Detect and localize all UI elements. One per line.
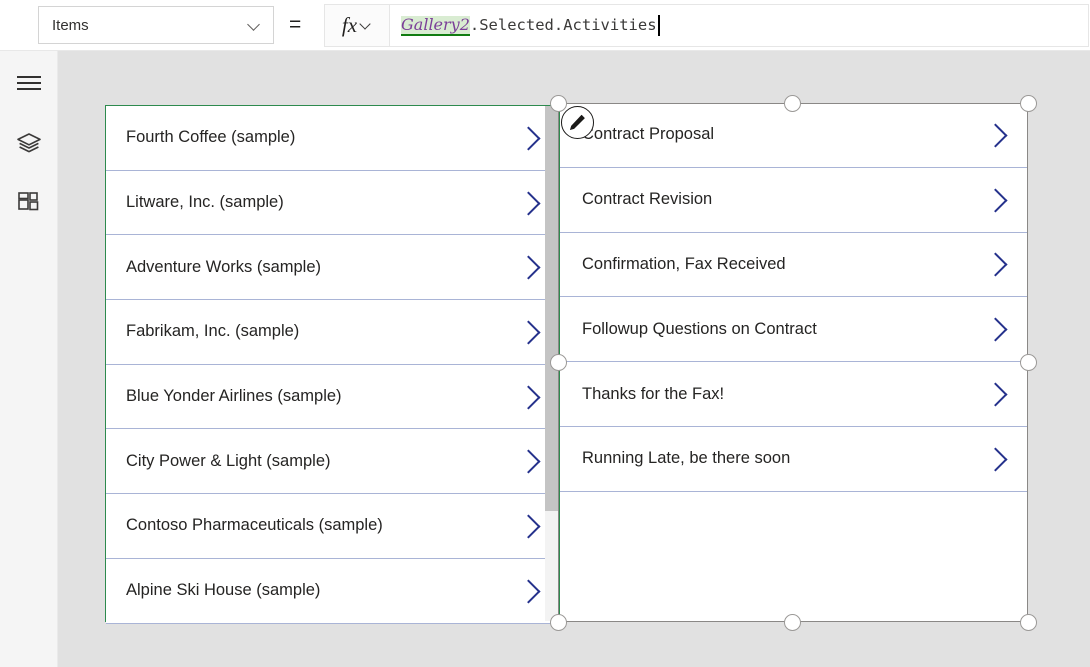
chevron-right-icon[interactable] xyxy=(981,444,1011,474)
gallery-activities[interactable]: Contract Proposal Contract Revision Conf… xyxy=(558,103,1028,622)
chevron-right-icon[interactable] xyxy=(981,249,1011,279)
gallery-scrollbar-thumb[interactable] xyxy=(545,106,559,511)
gallery-row[interactable]: Confirmation, Fax Received xyxy=(560,233,1028,298)
left-icon-rail xyxy=(0,51,58,667)
resize-handle-bottom-left[interactable] xyxy=(550,614,567,631)
chevron-right-icon[interactable] xyxy=(981,120,1011,150)
chevron-right-icon[interactable] xyxy=(981,314,1011,344)
tree-view-icon xyxy=(16,130,42,156)
gallery-row-label: Litware, Inc. (sample) xyxy=(126,193,514,212)
equals-label: = xyxy=(289,14,301,35)
chevron-right-icon[interactable] xyxy=(981,379,1011,409)
chevron-right-icon[interactable] xyxy=(514,382,544,412)
property-dropdown[interactable]: Items xyxy=(38,6,274,44)
pencil-icon xyxy=(568,113,587,132)
chevron-right-icon[interactable] xyxy=(514,576,544,606)
fx-dropdown-button[interactable]: fx xyxy=(324,4,389,47)
gallery-row-label: Adventure Works (sample) xyxy=(126,258,514,277)
gallery-row-label: Fabrikam, Inc. (sample) xyxy=(126,322,514,341)
gallery-row-label: Fourth Coffee (sample) xyxy=(126,128,514,147)
gallery-row[interactable]: Running Late, be there soon xyxy=(560,427,1028,492)
insert-icon-button[interactable] xyxy=(0,180,58,226)
gallery-row[interactable]: Contoso Pharmaceuticals (sample) xyxy=(106,494,559,559)
gallery-row[interactable]: Litware, Inc. (sample) xyxy=(106,171,559,236)
gallery-row[interactable]: Contract Proposal xyxy=(560,103,1028,168)
resize-handle-bottom-right[interactable] xyxy=(1020,614,1037,631)
formula-bar: Items = fx Gallery2.Selected.Activities xyxy=(0,0,1090,51)
gallery-row[interactable]: Followup Questions on Contract xyxy=(560,297,1028,362)
formula-text: Gallery2.Selected.Activities xyxy=(401,15,660,36)
gallery-row[interactable]: Fabrikam, Inc. (sample) xyxy=(106,300,559,365)
chevron-right-icon[interactable] xyxy=(514,188,544,218)
gallery-row-label: Blue Yonder Airlines (sample) xyxy=(126,387,514,406)
insert-icon xyxy=(17,191,41,215)
gallery-row-label: Contract Revision xyxy=(582,190,981,209)
resize-handle-top-left[interactable] xyxy=(550,95,567,112)
gallery-row[interactable]: Adventure Works (sample) xyxy=(106,235,559,300)
formula-input[interactable]: Gallery2.Selected.Activities xyxy=(389,4,1089,47)
resize-handle-top-right[interactable] xyxy=(1020,95,1037,112)
edit-gallery-button[interactable] xyxy=(561,106,594,139)
chevron-down-icon xyxy=(248,19,261,32)
gallery-row[interactable]: Fourth Coffee (sample) xyxy=(106,106,559,171)
gallery-row-label: Thanks for the Fax! xyxy=(582,385,981,404)
gallery-row-label: Running Late, be there soon xyxy=(582,449,981,468)
gallery-row-label: Alpine Ski House (sample) xyxy=(126,581,514,600)
gallery-row[interactable]: Thanks for the Fax! xyxy=(560,362,1028,427)
chevron-right-icon[interactable] xyxy=(514,511,544,541)
chevron-right-icon[interactable] xyxy=(514,252,544,282)
resize-handle-top-center[interactable] xyxy=(784,95,801,112)
gallery-row-label: Confirmation, Fax Received xyxy=(582,255,981,274)
resize-handle-middle-left[interactable] xyxy=(550,354,567,371)
chevron-down-icon xyxy=(361,20,372,31)
chevron-right-icon[interactable] xyxy=(514,123,544,153)
gallery-row-label: Followup Questions on Contract xyxy=(582,320,981,339)
gallery-row-label: Contract Proposal xyxy=(582,125,981,144)
formula-control-reference-token: Gallery2 xyxy=(401,16,470,36)
text-caret xyxy=(658,15,660,36)
powerapps-studio-window: Items = fx Gallery2.Selected.Activities xyxy=(0,0,1090,667)
gallery-row[interactable]: Blue Yonder Airlines (sample) xyxy=(106,365,559,430)
gallery-row[interactable]: Contract Revision xyxy=(560,168,1028,233)
gallery-row[interactable]: Alpine Ski House (sample) xyxy=(106,559,559,624)
menu-icon xyxy=(17,75,41,91)
chevron-right-icon[interactable] xyxy=(514,317,544,347)
formula-property-path: .Selected.Activities xyxy=(470,18,657,34)
resize-handle-bottom-center[interactable] xyxy=(784,614,801,631)
menu-icon-button[interactable] xyxy=(0,60,58,106)
gallery-row-label: Contoso Pharmaceuticals (sample) xyxy=(126,516,514,535)
chevron-right-icon[interactable] xyxy=(981,185,1011,215)
chevron-right-icon[interactable] xyxy=(514,446,544,476)
gallery-row[interactable]: City Power & Light (sample) xyxy=(106,429,559,494)
tree-view-icon-button[interactable] xyxy=(0,120,58,166)
fx-icon: fx xyxy=(342,15,357,36)
resize-handle-middle-right[interactable] xyxy=(1020,354,1037,371)
property-dropdown-value: Items xyxy=(52,18,248,33)
gallery-accounts[interactable]: Fourth Coffee (sample) Litware, Inc. (sa… xyxy=(105,105,560,622)
gallery-row-label: City Power & Light (sample) xyxy=(126,452,514,471)
